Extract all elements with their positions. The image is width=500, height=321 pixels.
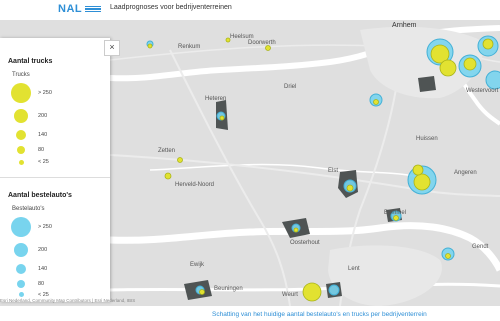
truck-marker-arnhem-2 <box>439 59 457 77</box>
legend-divider <box>0 177 110 178</box>
truck-marker-heteren <box>219 115 225 121</box>
legend-panel: Aantal trucks Trucks > 250 200 140 80 < … <box>0 38 110 302</box>
place-label-doorwerth: Doorwerth <box>248 40 276 46</box>
place-label-herveld-noord: Herveld-Noord <box>175 182 215 188</box>
place-label-weurt: Weurt <box>282 292 298 298</box>
truck-marker-arnhem-3 <box>463 57 477 71</box>
app-title: Laadprognoses voor bedrijventerreinen <box>110 4 232 11</box>
place-label-elst: Elst <box>328 168 339 174</box>
legend-truck-label: > 250 <box>38 90 52 96</box>
place-label-driel: Driel <box>284 84 297 90</box>
truck-marker-ewijk <box>199 289 205 295</box>
map-attribution: Esri Nederland, Community Map Contributo… <box>0 298 136 303</box>
place-label-lent: Lent <box>348 266 360 272</box>
legend-trucks-title: Aantal trucks <box>8 58 53 65</box>
legend-truck-dot <box>11 83 31 103</box>
figure-caption: Schatting van het huidige aantal bestela… <box>212 311 427 318</box>
van-marker-weurt <box>328 284 340 296</box>
legend-truck-label: 80 <box>38 147 45 153</box>
place-label-oosterhout: Oosterhout <box>290 240 320 246</box>
legend-van-item: > 250 <box>10 217 100 237</box>
legend-truck-label: 140 <box>38 132 48 138</box>
logo-text: NAL <box>58 3 83 15</box>
truck-marker-huissen-2 <box>412 164 424 176</box>
legend-van-label: 200 <box>38 247 48 253</box>
truck-marker-gendt <box>445 253 451 259</box>
urban-nijmegen <box>328 245 442 306</box>
legend-van-dot <box>11 217 31 237</box>
place-label-westervoort: Westervoort <box>466 88 499 94</box>
legend-van-dot <box>17 280 25 288</box>
industrial-estate-arnhem-zuid <box>418 76 436 92</box>
legend-van-label: 140 <box>38 266 48 272</box>
legend-truck-item: > 250 <box>10 83 100 103</box>
truck-marker-driel <box>373 99 379 105</box>
logo-lines <box>85 5 102 13</box>
place-label-zetten: Zetten <box>158 148 176 154</box>
place-label-renkum: Renkum <box>178 44 201 50</box>
truck-marker-herveld <box>177 157 183 163</box>
place-label-beuningen: Beuningen <box>214 286 243 292</box>
place-label-angeren: Angeren <box>454 170 477 176</box>
place-label-ewijk: Ewijk <box>190 262 205 268</box>
truck-marker-bemmel <box>393 215 399 221</box>
place-label-bemmel: Bemmel <box>384 210 407 216</box>
place-label-huissen: Huissen <box>416 136 438 142</box>
legend-truck-dot <box>17 146 25 154</box>
truck-marker-huissen-1 <box>413 173 431 191</box>
legend-truck-item: 200 <box>10 108 100 126</box>
legend-truck-dot <box>19 160 24 165</box>
truck-marker-elst <box>346 184 354 192</box>
legend-truck-label: < 25 <box>38 159 49 165</box>
truck-marker-zetten <box>164 172 172 180</box>
place-label-gendt: Gendt <box>472 244 489 250</box>
legend-trucks-subtitle: Trucks <box>12 72 30 78</box>
legend-van-dot <box>19 292 24 297</box>
van-marker-arnhem-3 <box>485 70 500 90</box>
legend-van-label: > 250 <box>38 224 52 230</box>
legend-van-dot <box>14 243 28 257</box>
legend-truck-label: 200 <box>38 113 48 119</box>
legend-vans-subtitle: Bestelauto's <box>12 206 45 212</box>
place-label-heteren: Heteren <box>205 96 227 102</box>
legend-truck-dot <box>14 109 28 123</box>
truck-marker-westervoort <box>482 38 494 50</box>
river-linge <box>149 163 431 181</box>
truck-marker-renkum <box>147 43 153 49</box>
nal-logo: NAL <box>58 2 102 16</box>
truck-marker-weurt <box>302 282 322 302</box>
legend-truck-dot <box>16 130 26 140</box>
truck-marker-oosterhout <box>293 227 299 233</box>
top-bar: NAL Laadprognoses voor bedrijventerreine… <box>0 0 500 20</box>
legend-close-button[interactable]: × <box>104 40 120 56</box>
legend-van-dot <box>16 264 26 274</box>
legend-truck-item: < 25 <box>10 158 100 176</box>
truck-marker-doorwerth <box>265 45 271 51</box>
legend-vans-title: Aantal bestelauto's <box>8 192 72 199</box>
legend-van-item: 200 <box>10 242 100 260</box>
place-label-arnhem: Arnhem <box>392 22 417 29</box>
legend-van-label: 80 <box>38 281 45 287</box>
road-a50 <box>169 49 291 306</box>
